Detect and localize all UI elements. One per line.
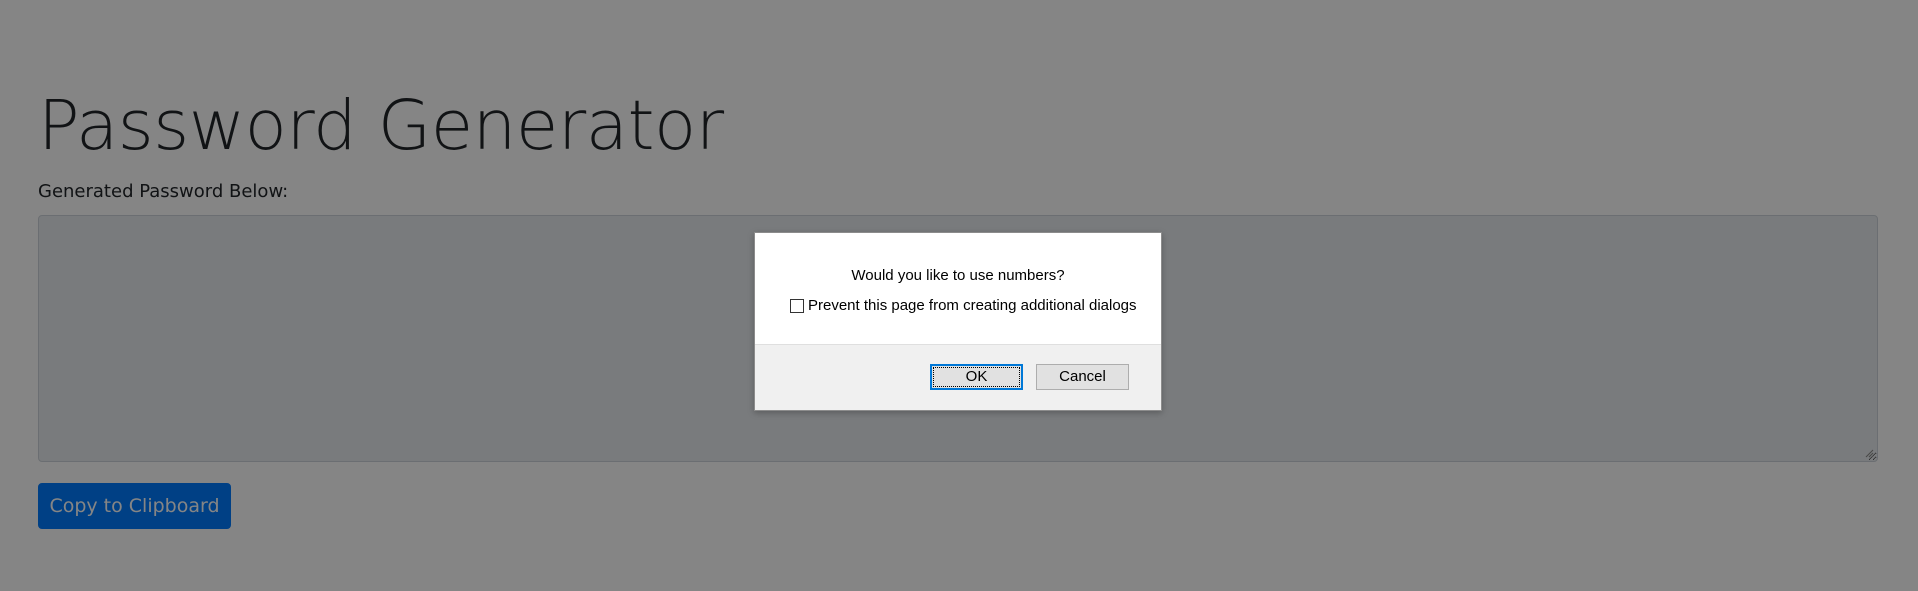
prevent-dialogs-label[interactable]: Prevent this page from creating addition… — [808, 297, 1137, 315]
prevent-dialogs-checkbox[interactable] — [790, 299, 804, 313]
cancel-button[interactable]: Cancel — [1036, 364, 1129, 390]
ok-button-label: OK — [965, 368, 988, 385]
dialog-footer: OK Cancel — [755, 344, 1161, 410]
dialog-message: Would you like to use numbers? — [851, 267, 1065, 284]
confirm-dialog: Would you like to use numbers? Prevent t… — [754, 232, 1162, 411]
prevent-dialogs-option[interactable]: Prevent this page from creating addition… — [790, 297, 1137, 315]
ok-button[interactable]: OK — [930, 364, 1023, 390]
